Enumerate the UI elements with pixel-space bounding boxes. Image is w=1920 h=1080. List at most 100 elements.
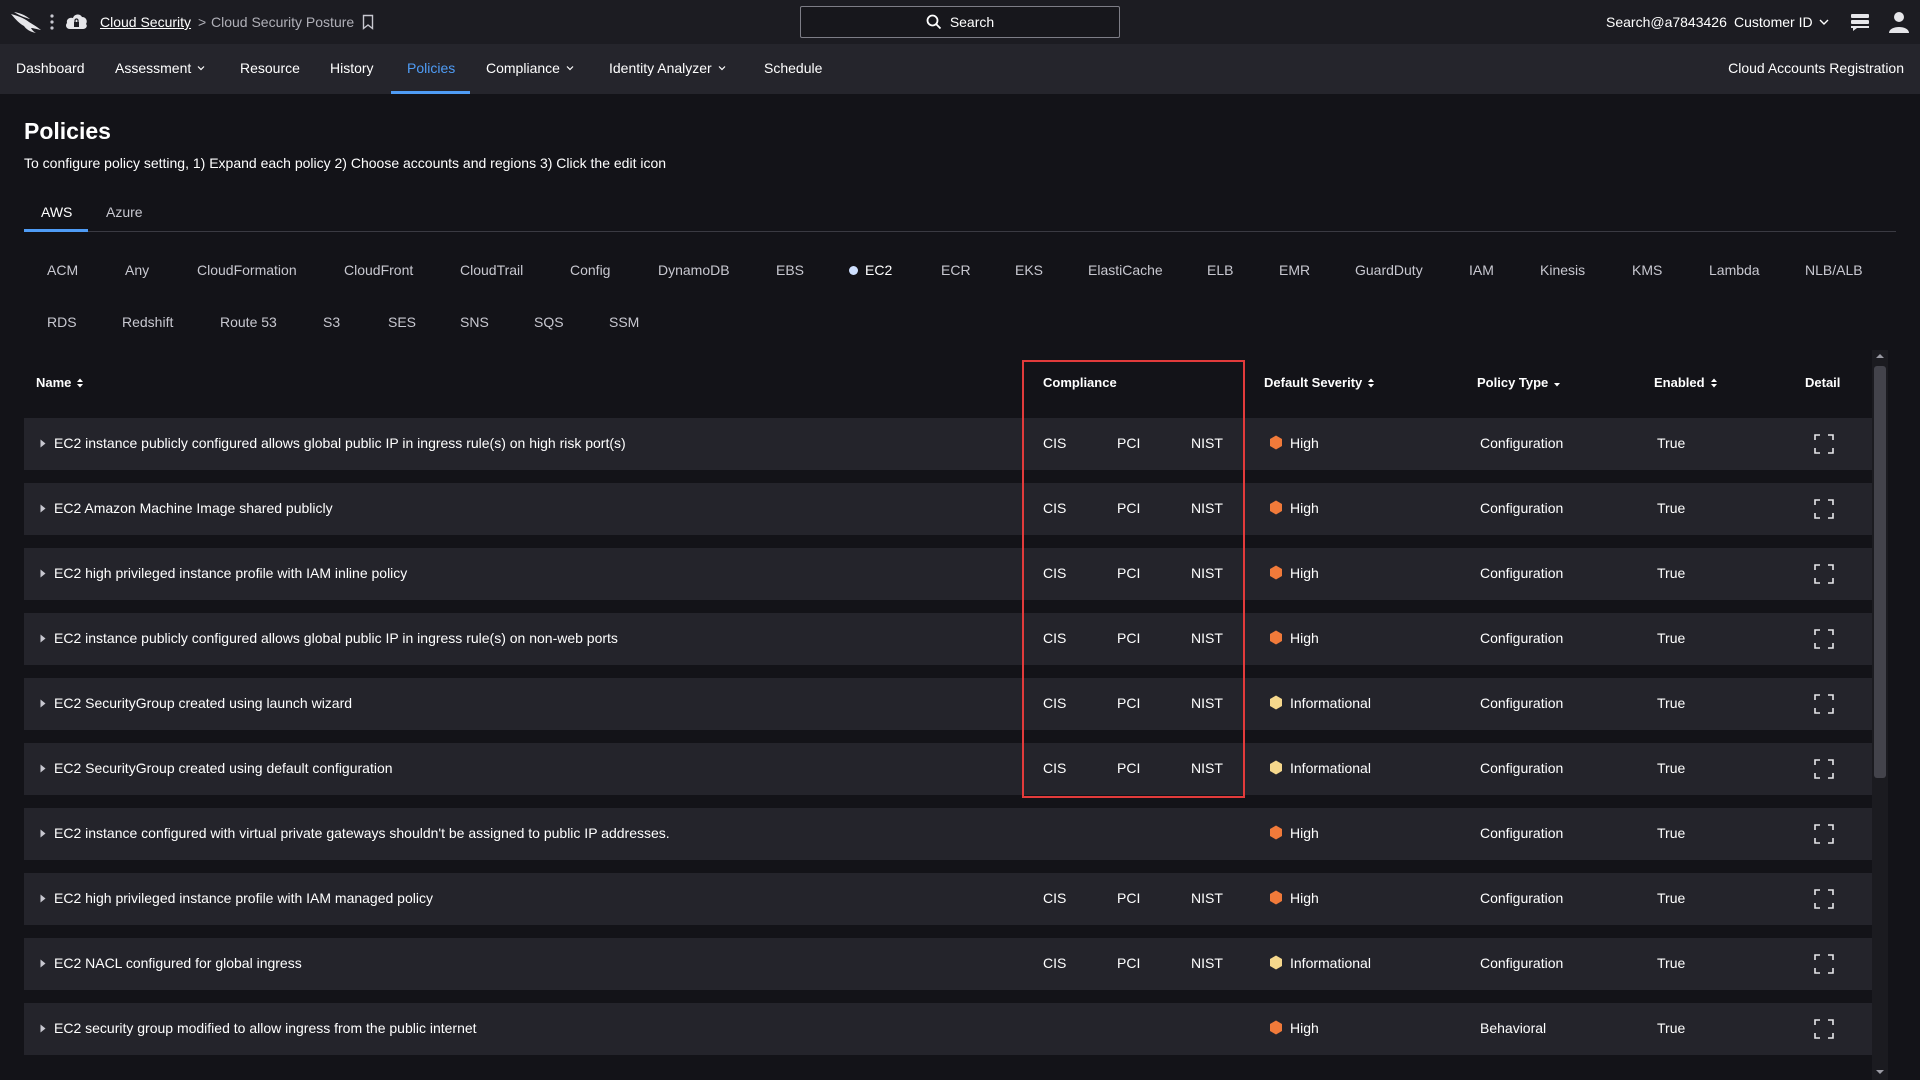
table-row[interactable]: EC2 instance publicly configured allows … bbox=[24, 418, 1872, 470]
service-rds[interactable]: RDS bbox=[47, 314, 77, 330]
service-redshift[interactable]: Redshift bbox=[122, 314, 173, 330]
expand-caret-icon[interactable] bbox=[40, 764, 46, 773]
expand-caret-icon[interactable] bbox=[40, 634, 46, 643]
table-row[interactable]: EC2 instance configured with virtual pri… bbox=[24, 808, 1872, 860]
nav-policies[interactable]: Policies bbox=[407, 44, 455, 94]
service-cloudfront[interactable]: CloudFront bbox=[344, 262, 413, 278]
table-row[interactable]: EC2 SecurityGroup created using launch w… bbox=[24, 678, 1872, 730]
scrollbar-thumb[interactable] bbox=[1874, 366, 1886, 778]
policy-name[interactable]: EC2 instance publicly configured allows … bbox=[54, 630, 618, 646]
service-kms[interactable]: KMS bbox=[1632, 262, 1662, 278]
service-ses[interactable]: SES bbox=[388, 314, 416, 330]
service-ssm[interactable]: SSM bbox=[609, 314, 639, 330]
breadcrumb-cloud-security[interactable]: Cloud Security bbox=[100, 14, 191, 30]
column-policy-type[interactable]: Policy Type bbox=[1477, 375, 1561, 390]
expand-detail-icon[interactable] bbox=[1814, 564, 1834, 584]
global-search-button[interactable]: Search bbox=[800, 6, 1120, 38]
table-row[interactable]: EC2 SecurityGroup created using default … bbox=[24, 743, 1872, 795]
table-row[interactable]: EC2 high privileged instance profile wit… bbox=[24, 548, 1872, 600]
service-emr[interactable]: EMR bbox=[1279, 262, 1310, 278]
nav-compliance[interactable]: Compliance bbox=[486, 44, 574, 94]
table-row[interactable]: EC2 high privileged instance profile wit… bbox=[24, 873, 1872, 925]
service-iam[interactable]: IAM bbox=[1469, 262, 1494, 278]
nav-history[interactable]: History bbox=[330, 44, 374, 94]
expand-caret-icon[interactable] bbox=[40, 699, 46, 708]
service-guardduty[interactable]: GuardDuty bbox=[1355, 262, 1423, 278]
policy-name[interactable]: EC2 instance publicly configured allows … bbox=[54, 435, 626, 451]
tab-azure[interactable]: Azure bbox=[106, 204, 143, 220]
policy-name[interactable]: EC2 Amazon Machine Image shared publicly bbox=[54, 500, 333, 516]
policy-name[interactable]: EC2 high privileged instance profile wit… bbox=[54, 565, 407, 581]
policy-name[interactable]: EC2 SecurityGroup created using default … bbox=[54, 760, 393, 776]
scroll-up-arrow-icon[interactable] bbox=[1875, 352, 1885, 360]
service-ecr[interactable]: ECR bbox=[941, 262, 971, 278]
service-ebs[interactable]: EBS bbox=[776, 262, 804, 278]
messages-icon[interactable] bbox=[1849, 11, 1871, 33]
table-row[interactable]: EC2 Amazon Machine Image shared publicly… bbox=[24, 483, 1872, 535]
severity-hexagon-icon bbox=[1270, 825, 1282, 840]
column-name[interactable]: Name bbox=[36, 375, 84, 390]
user-account[interactable]: Search@a7843426 bbox=[1606, 14, 1727, 30]
service-nlb-alb[interactable]: NLB/ALB bbox=[1805, 262, 1863, 278]
expand-detail-icon[interactable] bbox=[1814, 889, 1834, 909]
falcon-logo-icon[interactable] bbox=[10, 10, 42, 34]
service-ec2[interactable]: EC2 bbox=[849, 262, 892, 278]
customer-id-dropdown[interactable]: Customer ID bbox=[1734, 14, 1813, 30]
column-default-severity[interactable]: Default Severity bbox=[1264, 375, 1375, 390]
policy-name[interactable]: EC2 NACL configured for global ingress bbox=[54, 955, 302, 971]
table-row[interactable]: EC2 NACL configured for global ingress CI… bbox=[24, 938, 1872, 990]
enabled-status: True bbox=[1657, 760, 1686, 776]
expand-detail-icon[interactable] bbox=[1814, 694, 1834, 714]
expand-caret-icon[interactable] bbox=[40, 504, 46, 513]
service-cloudtrail[interactable]: CloudTrail bbox=[460, 262, 523, 278]
expand-caret-icon[interactable] bbox=[40, 829, 46, 838]
table-row[interactable]: EC2 instance publicly configured allows … bbox=[24, 613, 1872, 665]
service-acm[interactable]: ACM bbox=[47, 262, 78, 278]
expand-caret-icon[interactable] bbox=[40, 439, 46, 448]
chevron-down-icon bbox=[197, 66, 205, 71]
policy-name[interactable]: EC2 high privileged instance profile wit… bbox=[54, 890, 433, 906]
expand-detail-icon[interactable] bbox=[1814, 629, 1834, 649]
policy-name[interactable]: EC2 instance configured with virtual pri… bbox=[54, 825, 670, 841]
nav-schedule[interactable]: Schedule bbox=[764, 44, 822, 94]
service-any[interactable]: Any bbox=[125, 262, 149, 278]
expand-caret-icon[interactable] bbox=[40, 1024, 46, 1033]
service-config[interactable]: Config bbox=[570, 262, 610, 278]
user-profile-icon[interactable] bbox=[1888, 10, 1910, 34]
policy-name[interactable]: EC2 SecurityGroup created using launch w… bbox=[54, 695, 352, 711]
service-s3[interactable]: S3 bbox=[323, 314, 340, 330]
nav-dashboard[interactable]: Dashboard bbox=[16, 44, 85, 94]
bookmark-icon[interactable] bbox=[362, 14, 374, 30]
column-enabled[interactable]: Enabled bbox=[1654, 375, 1718, 390]
service-route-53[interactable]: Route 53 bbox=[220, 314, 277, 330]
policy-name[interactable]: EC2 security group modified to allow ing… bbox=[54, 1020, 477, 1036]
service-dynamodb[interactable]: DynamoDB bbox=[658, 262, 730, 278]
service-sqs[interactable]: SQS bbox=[534, 314, 564, 330]
nav-assessment[interactable]: Assessment bbox=[115, 44, 205, 94]
tab-aws[interactable]: AWS bbox=[41, 204, 72, 220]
nav-identity-analyzer[interactable]: Identity Analyzer bbox=[609, 44, 726, 94]
kebab-menu-icon[interactable] bbox=[50, 13, 54, 31]
expand-detail-icon[interactable] bbox=[1814, 824, 1834, 844]
scroll-down-arrow-icon[interactable] bbox=[1875, 1068, 1885, 1076]
service-elasticache[interactable]: ElastiCache bbox=[1088, 262, 1163, 278]
expand-detail-icon[interactable] bbox=[1814, 954, 1834, 974]
expand-detail-icon[interactable] bbox=[1814, 1019, 1834, 1039]
service-lambda[interactable]: Lambda bbox=[1709, 262, 1760, 278]
expand-caret-icon[interactable] bbox=[40, 569, 46, 578]
table-row[interactable]: EC2 security group modified to allow ing… bbox=[24, 1003, 1872, 1055]
service-kinesis[interactable]: Kinesis bbox=[1540, 262, 1585, 278]
service-cloudformation[interactable]: CloudFormation bbox=[197, 262, 297, 278]
chevron-down-icon[interactable] bbox=[1819, 17, 1829, 27]
expand-detail-icon[interactable] bbox=[1814, 759, 1834, 779]
cloud-accounts-registration-link[interactable]: Cloud Accounts Registration bbox=[1728, 44, 1904, 94]
expand-caret-icon[interactable] bbox=[40, 894, 46, 903]
expand-detail-icon[interactable] bbox=[1814, 499, 1834, 519]
severity: High bbox=[1269, 435, 1319, 451]
expand-detail-icon[interactable] bbox=[1814, 434, 1834, 454]
expand-caret-icon[interactable] bbox=[40, 959, 46, 968]
service-elb[interactable]: ELB bbox=[1207, 262, 1233, 278]
service-sns[interactable]: SNS bbox=[460, 314, 489, 330]
service-eks[interactable]: EKS bbox=[1015, 262, 1043, 278]
nav-resource[interactable]: Resource bbox=[240, 44, 300, 94]
